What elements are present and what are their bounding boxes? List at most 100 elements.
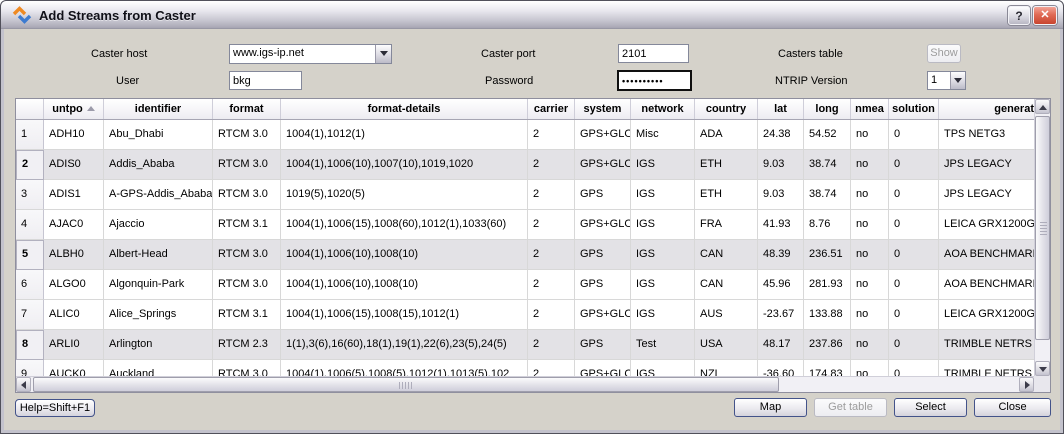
cell-system[interactable]: GPS+GLO [575, 150, 631, 180]
close-button[interactable]: Close [974, 398, 1051, 417]
column-header-system[interactable]: system [575, 99, 631, 119]
table-row[interactable]: 5ALBH0Albert-HeadRTCM 3.01004(1),1006(10… [16, 240, 1034, 270]
column-header-format-details[interactable]: format-details [281, 99, 528, 119]
row-number[interactable]: 9 [16, 360, 44, 376]
cell-country[interactable]: ADA [695, 120, 758, 150]
cell-solution[interactable]: 0 [889, 150, 939, 180]
scroll-down-button[interactable] [1035, 361, 1050, 376]
cell-nmea[interactable]: no [851, 180, 889, 210]
titlebar-help-button[interactable]: ? [1008, 6, 1030, 25]
cell-lat[interactable]: 9.03 [758, 180, 804, 210]
ntrip-version-dropdown-button[interactable] [950, 72, 965, 89]
cell-format-details[interactable]: 1004(1),1006(10),1007(10),1019,1020 [281, 150, 528, 180]
cell-country[interactable]: AUS [695, 300, 758, 330]
cell-identifier[interactable]: Alice_Springs [104, 300, 213, 330]
cell-nmea[interactable]: no [851, 120, 889, 150]
map-button[interactable]: Map [734, 398, 807, 417]
cell-system[interactable]: GPS [575, 270, 631, 300]
caster-port-input[interactable] [618, 44, 689, 63]
user-input[interactable] [229, 71, 302, 90]
cell-format[interactable]: RTCM 3.0 [213, 180, 281, 210]
cell-generator[interactable]: TRIMBLE NETRS [939, 360, 1034, 376]
cell-system[interactable]: GPS+GLO [575, 300, 631, 330]
cell-identifier[interactable]: A-GPS-Addis_Ababa [104, 180, 213, 210]
password-input[interactable] [617, 70, 692, 91]
cell-format[interactable]: RTCM 3.1 [213, 300, 281, 330]
cell-untpo[interactable]: ARLI0 [44, 330, 104, 360]
vertical-scroll-thumb[interactable] [1035, 116, 1050, 340]
scroll-left-button[interactable] [16, 377, 31, 392]
cell-identifier[interactable]: Algonquin-Park [104, 270, 213, 300]
row-number[interactable]: 6 [16, 270, 44, 300]
cell-long[interactable]: 133.88 [804, 300, 851, 330]
cell-network[interactable]: IGS [631, 210, 695, 240]
cell-country[interactable]: ETH [695, 150, 758, 180]
cell-long[interactable]: 281.93 [804, 270, 851, 300]
cell-identifier[interactable]: Auckland [104, 360, 213, 376]
cell-carrier[interactable]: 2 [528, 180, 575, 210]
table-row[interactable]: 7ALIC0Alice_SpringsRTCM 3.11004(1),1006(… [16, 300, 1034, 330]
cell-country[interactable]: USA [695, 330, 758, 360]
ntrip-version-combobox[interactable]: 1 [927, 71, 966, 90]
cell-generator[interactable]: LEICA GRX1200GG [939, 300, 1034, 330]
horizontal-scrollbar[interactable] [16, 376, 1034, 392]
cell-long[interactable]: 8.76 [804, 210, 851, 240]
cell-system[interactable]: GPS [575, 240, 631, 270]
cell-format-details[interactable]: 1004(1),1006(15),1008(15),1012(1) [281, 300, 528, 330]
horizontal-scroll-thumb[interactable] [33, 377, 779, 392]
cell-long[interactable]: 38.74 [804, 150, 851, 180]
cell-network[interactable]: IGS [631, 360, 695, 376]
cell-lat[interactable]: 24.38 [758, 120, 804, 150]
cell-generator[interactable]: JPS LEGACY [939, 180, 1034, 210]
cell-identifier[interactable]: Abu_Dhabi [104, 120, 213, 150]
column-header-long[interactable]: long [804, 99, 851, 119]
cell-country[interactable]: FRA [695, 210, 758, 240]
cell-format[interactable]: RTCM 3.0 [213, 240, 281, 270]
row-number[interactable]: 4 [16, 210, 44, 240]
cell-untpo[interactable]: AUCK0 [44, 360, 104, 376]
cell-generator[interactable]: LEICA GRX1200GG [939, 210, 1034, 240]
cell-format-details[interactable]: 1004(1),1006(15),1008(60),1012(1),1033(6… [281, 210, 528, 240]
cell-carrier[interactable]: 2 [528, 330, 575, 360]
cell-network[interactable]: Test [631, 330, 695, 360]
table-row[interactable]: 1ADH10Abu_DhabiRTCM 3.01004(1),1012(1)2G… [16, 120, 1034, 150]
table-corner-cell[interactable] [16, 99, 44, 119]
cell-carrier[interactable]: 2 [528, 270, 575, 300]
cell-carrier[interactable]: 2 [528, 150, 575, 180]
table-row[interactable]: 6ALGO0Algonquin-ParkRTCM 3.01004(1),1006… [16, 270, 1034, 300]
cell-country[interactable]: CAN [695, 240, 758, 270]
cell-format-details[interactable]: 1004(1),1006(10),1008(10) [281, 270, 528, 300]
column-header-generator[interactable]: generator [939, 99, 1034, 119]
show-button[interactable]: Show [927, 44, 961, 63]
cell-network[interactable]: IGS [631, 240, 695, 270]
row-number[interactable]: 2 [16, 150, 44, 180]
caster-host-dropdown-button[interactable] [375, 45, 391, 63]
cell-country[interactable]: NZL [695, 360, 758, 376]
cell-lat[interactable]: -23.67 [758, 300, 804, 330]
cell-identifier[interactable]: Addis_Ababa [104, 150, 213, 180]
row-number[interactable]: 8 [16, 330, 44, 360]
cell-long[interactable]: 54.52 [804, 120, 851, 150]
table-row[interactable]: 8ARLI0ArlingtonRTCM 2.31(1),3(6),16(60),… [16, 330, 1034, 360]
cell-long[interactable]: 174.83 [804, 360, 851, 376]
cell-network[interactable]: Misc [631, 120, 695, 150]
cell-untpo[interactable]: ADIS1 [44, 180, 104, 210]
cell-untpo[interactable]: ALIC0 [44, 300, 104, 330]
cell-carrier[interactable]: 2 [528, 240, 575, 270]
column-header-untpo[interactable]: untpo [44, 99, 104, 119]
cell-system[interactable]: GPS+GLO [575, 210, 631, 240]
cell-generator[interactable]: JPS LEGACY [939, 150, 1034, 180]
cell-solution[interactable]: 0 [889, 120, 939, 150]
cell-solution[interactable]: 0 [889, 210, 939, 240]
cell-carrier[interactable]: 2 [528, 210, 575, 240]
cell-network[interactable]: IGS [631, 180, 695, 210]
cell-format-details[interactable]: 1004(1),1006(10),1008(10) [281, 240, 528, 270]
cell-country[interactable]: CAN [695, 270, 758, 300]
cell-identifier[interactable]: Arlington [104, 330, 213, 360]
cell-system[interactable]: GPS [575, 330, 631, 360]
caster-host-combobox[interactable]: www.igs-ip.net [229, 44, 392, 64]
cell-lat[interactable]: -36.60 [758, 360, 804, 376]
cell-nmea[interactable]: no [851, 300, 889, 330]
row-number[interactable]: 1 [16, 120, 44, 150]
cell-generator[interactable]: TPS NETG3 [939, 120, 1034, 150]
